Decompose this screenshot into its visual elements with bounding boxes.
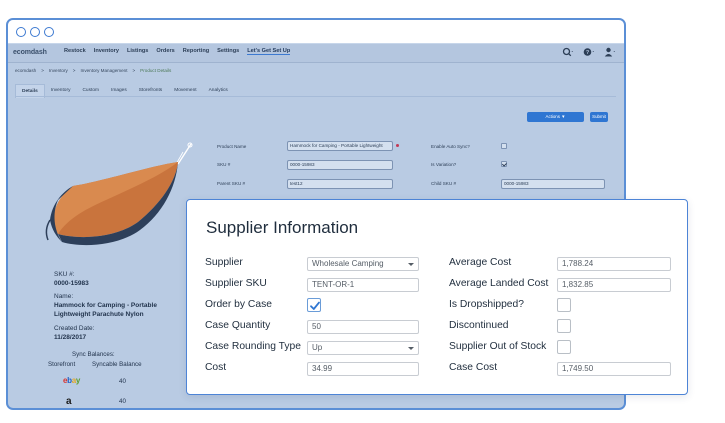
name-heading: Name: [54, 293, 74, 300]
app-navbar: ecomdash Restock Inventory Listings Orde… [8, 44, 624, 63]
cost-input[interactable]: 34.99 [307, 362, 419, 376]
nav-icons: ? [562, 47, 616, 59]
breadcrumb-home[interactable]: ecomdash [15, 68, 36, 73]
product-name-label: Product Name [217, 144, 247, 149]
chevron-down-icon [408, 347, 414, 350]
chevron-down-icon [408, 263, 414, 266]
tab-divider [15, 96, 616, 97]
submit-button[interactable]: Submit [590, 112, 608, 122]
child-sku-input[interactable]: 0000-15983 [501, 179, 605, 189]
nav-settings[interactable]: Settings [217, 48, 239, 55]
amazon-logo: a [66, 396, 72, 407]
breadcrumb-separator: > [72, 68, 76, 73]
order-by-case-checkbox[interactable] [307, 298, 321, 312]
sku-input[interactable]: 0000-15983 [287, 160, 393, 170]
child-sku-label: Child SKU # [431, 181, 457, 186]
discontinued-label: Discontinued [449, 320, 509, 331]
amazon-balance: 40 [119, 398, 126, 405]
main-nav: Restock Inventory Listings Orders Report… [64, 48, 291, 55]
balance-column-header: Syncable Balance [92, 361, 142, 368]
case-rounding-type-select[interactable]: Up [307, 341, 419, 355]
sync-balances-heading: Sync Balances: [72, 351, 115, 358]
storefront-column-header: Storefront [48, 361, 76, 368]
required-indicator [396, 144, 399, 147]
average-landed-cost-input[interactable]: 1,832.85 [557, 278, 671, 292]
name-line-1: Hammock for Camping - Portable [54, 302, 157, 309]
nav-reporting[interactable]: Reporting [183, 48, 209, 55]
created-value: 11/28/2017 [54, 334, 87, 341]
nav-restock[interactable]: Restock [64, 48, 86, 55]
name-summary: Name: Hammock for Camping - Portable Lig… [54, 292, 157, 319]
case-rounding-type-label: Case Rounding Type [205, 341, 301, 352]
supplier-sku-input[interactable]: TENT-OR-1 [307, 278, 419, 292]
average-landed-cost-label: Average Landed Cost [449, 278, 549, 289]
created-heading: Created Date: [54, 325, 95, 332]
amazon-smile [65, 408, 74, 410]
search-icon[interactable] [562, 47, 574, 59]
nav-get-set-up[interactable]: Let's Get Set Up [247, 48, 291, 55]
nav-inventory[interactable]: Inventory [94, 48, 119, 55]
user-icon[interactable] [604, 47, 616, 59]
auto-sync-label: Enable Auto Sync? [431, 144, 470, 149]
supplier-out-of-stock-label: Supplier Out of Stock [449, 341, 547, 352]
case-cost-label: Case Cost [449, 362, 498, 373]
help-icon[interactable]: ? [583, 47, 595, 59]
breadcrumb-separator: > [41, 68, 44, 73]
sku-label: SKU # [217, 162, 231, 167]
window-maximize-dot[interactable] [44, 27, 54, 37]
name-line-2: Lightweight Parachute Nylon [54, 311, 144, 318]
order-by-case-label: Order by Case [205, 299, 272, 310]
breadcrumb-current: Product Details [140, 68, 172, 73]
nav-listings[interactable]: Listings [127, 48, 148, 55]
checkmark-icon [310, 301, 320, 310]
ebay-logo: ebay [63, 376, 81, 385]
is-dropshipped-checkbox[interactable] [557, 298, 571, 312]
page: ecomdash Restock Inventory Listings Orde… [0, 0, 725, 423]
browser-titlebar [8, 20, 624, 44]
supplier-info-card: Supplier Information Supplier Wholesale … [186, 199, 688, 395]
auto-sync-checkbox[interactable] [501, 143, 507, 149]
product-image [45, 142, 193, 246]
average-cost-label: Average Cost [449, 257, 512, 268]
is-variation-label: Is Variation? [431, 162, 457, 167]
breadcrumb-inventory[interactable]: Inventory [49, 68, 68, 73]
is-variation-checkbox[interactable] [501, 161, 507, 167]
breadcrumb: ecomdash > Inventory > Inventory Managem… [15, 68, 171, 73]
window-close-dot[interactable] [16, 27, 26, 37]
parent-sku-label: Parent SKU # [217, 181, 246, 186]
is-dropshipped-label: Is Dropshipped? [449, 299, 524, 310]
case-quantity-label: Case Quantity [205, 320, 271, 331]
app-logo[interactable]: ecomdash [13, 49, 47, 56]
cost-label: Cost [205, 362, 227, 373]
sku-summary: SKU #: 0000-15983 [54, 270, 89, 288]
case-quantity-input[interactable]: 50 [307, 320, 419, 334]
supplier-out-of-stock-checkbox[interactable] [557, 340, 571, 354]
supplier-label: Supplier [205, 257, 243, 268]
sku-heading: SKU #: [54, 271, 75, 278]
ebay-balance: 40 [119, 378, 126, 385]
window-minimize-dot[interactable] [30, 27, 40, 37]
breadcrumb-separator: > [132, 68, 136, 73]
actions-button[interactable]: Actions ▼ [527, 112, 584, 122]
product-name-input[interactable]: Hammock for Camping - Portable Lightweig… [287, 141, 393, 151]
case-cost-input[interactable]: 1,749.50 [557, 362, 671, 376]
card-title: Supplier Information [206, 218, 359, 237]
nav-orders[interactable]: Orders [156, 48, 174, 55]
sku-value: 0000-15983 [54, 280, 89, 287]
average-cost-input[interactable]: 1,788.24 [557, 257, 671, 271]
discontinued-checkbox[interactable] [557, 319, 571, 333]
supplier-sku-label: Supplier SKU [205, 278, 267, 289]
created-summary: Created Date: 11/28/2017 [54, 324, 94, 342]
parent-sku-input[interactable]: test12 [287, 179, 393, 189]
breadcrumb-inventory-management[interactable]: Inventory Management [80, 68, 127, 73]
supplier-select[interactable]: Wholesale Camping [307, 257, 419, 271]
